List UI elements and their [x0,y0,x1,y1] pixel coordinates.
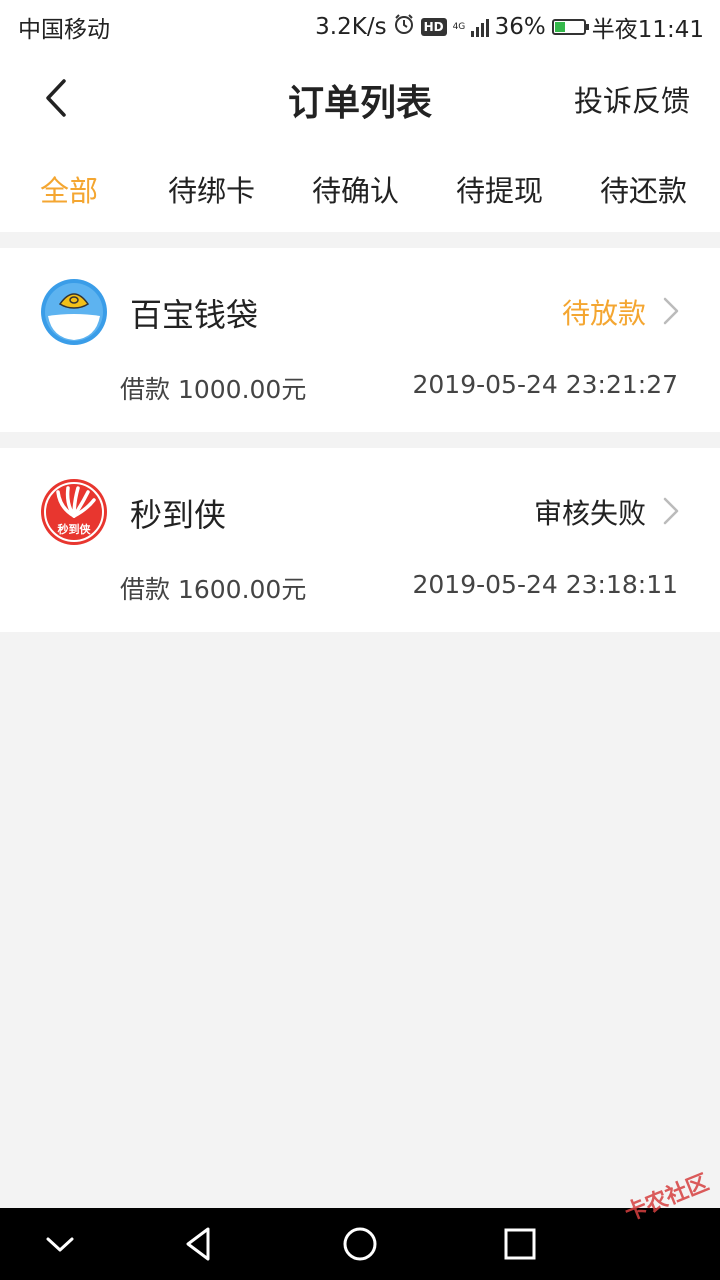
screen: 中国移动 3.2K/s HD 4G 36% 半夜11:41 订单列表 投诉反馈 … [0,0,720,1280]
chevron-right-icon [662,496,680,526]
carrier-label: 中国移动 [18,17,110,43]
network-type: 4G [452,21,466,32]
clock: 半夜11:41 [591,17,704,43]
merchant-name: 百宝钱袋 [130,296,259,334]
order-status: 审核失败 [533,497,646,530]
logo-text: 秒到侠 [58,522,92,536]
miaodaoxia-logo: 秒到侠 [40,478,108,546]
tab-pending-card-binding[interactable]: 待绑卡 [168,168,255,210]
tab-pending-confirmation[interactable]: 待确认 [312,168,399,210]
nav-recents-icon[interactable] [500,1224,540,1264]
loan-amount: 借款 1600.00元 [120,575,307,604]
network-speed: 3.2K/s [315,14,387,40]
merchant-name: 秒到侠 [130,496,227,534]
order-status: 待放款 [561,297,646,330]
status-bar: 中国移动 3.2K/s HD 4G 36% 半夜11:41 [0,0,720,50]
battery-level [554,22,565,32]
order-time: 2019-05-24 23:18:11 [412,570,678,599]
alarm-icon [393,13,415,41]
signal-icon [470,17,489,37]
battery-percent: 36% [494,14,546,40]
chevron-right-icon [662,296,680,326]
order-card[interactable]: 百宝钱袋 待放款 借款 1000.00元 2019-05-24 23:21:27 [0,248,720,432]
nav-back-icon[interactable] [180,1224,220,1264]
complaint-feedback-button[interactable]: 投诉反馈 [574,78,690,120]
loan-amount: 借款 1000.00元 [120,375,307,404]
tab-all[interactable]: 全部 [40,168,98,210]
collapse-chevron-icon[interactable] [40,1224,80,1264]
battery-icon [551,19,589,35]
order-time: 2019-05-24 23:21:27 [412,370,678,399]
nav-home-icon[interactable] [340,1224,380,1264]
order-card[interactable]: 秒到侠 秒到侠 审核失败 借款 1600.00元 2019-05-24 23:1… [0,448,720,632]
tab-pending-repayment[interactable]: 待还款 [600,168,687,210]
app-header: 订单列表 投诉反馈 [0,50,720,146]
money-bag-icon [40,278,108,346]
system-nav-bar [0,1208,720,1280]
hd-icon: HD [420,18,447,36]
order-status-tabs: 全部 待绑卡 待确认 待提现 待还款 [0,146,720,232]
status-indicators: 3.2K/s HD 4G 36% 半夜11:41 [315,10,704,44]
tab-pending-withdrawal[interactable]: 待提现 [456,168,543,210]
